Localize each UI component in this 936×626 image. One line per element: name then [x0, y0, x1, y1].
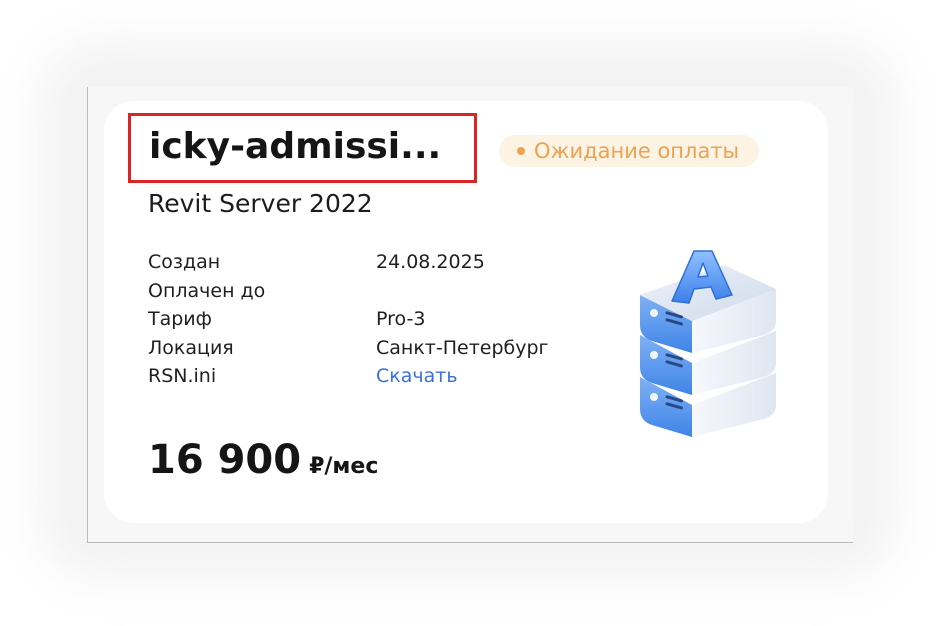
- status-text: Ожидание оплаты: [534, 139, 740, 163]
- server-card[interactable]: icky-admissi... Ожидание оплаты Revit Se…: [104, 101, 828, 523]
- screenshot-region: icky-admissi... Ожидание оплаты Revit Se…: [87, 87, 853, 543]
- price: 16 900 ₽/мес: [148, 437, 378, 483]
- detail-row-created: Создан 24.08.2025: [148, 251, 588, 280]
- server-name[interactable]: icky-admissi...: [149, 126, 441, 167]
- detail-label: Тариф: [148, 308, 212, 330]
- product-name: Revit Server 2022: [148, 189, 373, 218]
- detail-label: Локация: [148, 336, 234, 359]
- detail-row-location: Локация Санкт-Петербург: [148, 337, 588, 366]
- details-list: Создан 24.08.2025 Оплачен до Тариф Pro-3…: [148, 251, 588, 394]
- detail-row-tariff: Тариф Pro-3: [148, 308, 588, 337]
- detail-value: 24.08.2025: [376, 251, 485, 273]
- detail-value: Санкт-Петербург: [376, 336, 549, 359]
- detail-label: RSN.ini: [148, 365, 217, 387]
- detail-row-paid-until: Оплачен до: [148, 280, 588, 309]
- price-unit: ₽/мес: [309, 454, 379, 479]
- server-stack-icon: [640, 250, 776, 437]
- detail-label: Оплачен до: [148, 279, 266, 302]
- detail-row-rsn: RSN.ini Скачать: [148, 365, 588, 394]
- status-dot-icon: [517, 147, 525, 155]
- status-badge: Ожидание оплаты: [499, 135, 760, 167]
- detail-value: Pro-3: [376, 308, 426, 330]
- detail-label: Создан: [148, 251, 221, 273]
- title-highlight-box: icky-admissi...: [128, 113, 477, 183]
- download-link[interactable]: Скачать: [376, 365, 458, 387]
- price-amount: 16 900: [148, 437, 302, 483]
